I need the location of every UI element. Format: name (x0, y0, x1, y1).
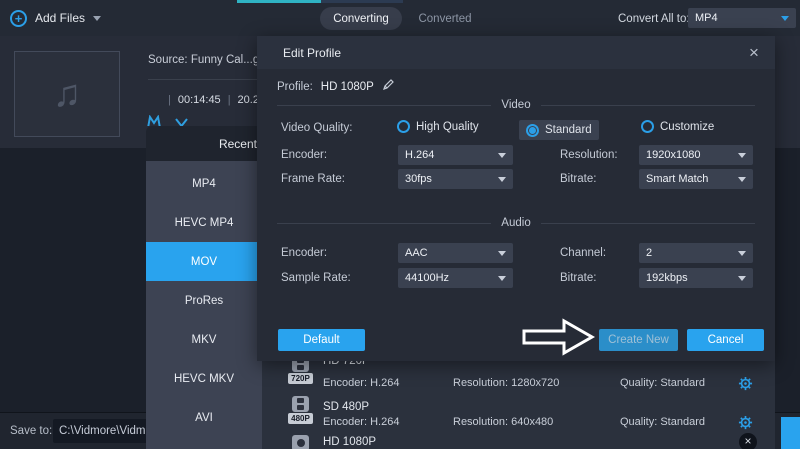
convert-all-label: Convert All to: (618, 7, 690, 30)
sample-rate-dropdown[interactable]: 44100Hz (398, 268, 513, 288)
video-section-divider: Video (277, 98, 755, 112)
add-files-button[interactable]: + Add Files (10, 9, 101, 27)
profile-encoder: Encoder: H.264 (323, 377, 399, 389)
profile-480p-icon: 480P (288, 396, 313, 424)
edit-tool-icon[interactable] (147, 115, 161, 126)
format-item-mov[interactable]: MOV (146, 242, 262, 281)
edit-profile-dialog: Edit Profile × Profile: HD 1080P Video V… (257, 36, 775, 361)
format-item-mkv[interactable]: MKV (146, 320, 262, 359)
resolution-label: Resolution: (560, 149, 618, 161)
radio-customize[interactable]: Customize (641, 120, 714, 133)
chevron-down-icon (498, 276, 506, 281)
chevron-down-icon (738, 153, 746, 158)
chevron-down-icon (93, 16, 101, 21)
format-item-hevc-mkv[interactable]: HEVC MKV (146, 359, 262, 398)
tab-converted[interactable]: Converted (412, 7, 478, 30)
audio-section-divider: Audio (277, 216, 755, 230)
audio-encoder-dropdown[interactable]: AAC (398, 243, 513, 263)
resolution-dropdown[interactable]: 1920x1080 (639, 145, 753, 165)
channel-dropdown[interactable]: 2 (639, 243, 753, 263)
frame-rate-dropdown[interactable]: 30fps (398, 169, 513, 189)
radio-high-quality[interactable]: High Quality (397, 120, 479, 133)
channel-label: Channel: (560, 247, 606, 259)
convert-all-value: MP4 (695, 12, 718, 24)
cancel-button[interactable]: Cancel (687, 329, 764, 351)
video-bitrate-label: Bitrate: (560, 173, 596, 185)
audio-bitrate-label: Bitrate: (560, 272, 596, 284)
video-encoder-dropdown[interactable]: H.264 (398, 145, 513, 165)
profile-title: SD 480P (323, 401, 369, 413)
annotation-arrow-icon (521, 317, 597, 362)
app-window: + Add Files Converting Converted Convert… (0, 0, 800, 449)
save-to-label: Save to: (10, 419, 52, 443)
audio-section-title: Audio (501, 217, 530, 229)
chevron-down-icon (738, 251, 746, 256)
recent-label: Recent (219, 137, 257, 151)
profile-quality: Quality: Standard (620, 416, 705, 428)
profile-quality: Quality: Standard (620, 377, 705, 389)
separator: | (228, 94, 231, 106)
radio-icon (397, 120, 410, 133)
profile-encoder: Encoder: H.264 (323, 416, 399, 428)
format-panel-header: Recent (146, 126, 257, 161)
chevron-down-icon (498, 251, 506, 256)
default-button[interactable]: Default (278, 329, 365, 351)
profile-value: HD 1080P (321, 81, 374, 93)
add-files-label: Add Files (35, 11, 85, 25)
cut-tool-icon[interactable] (175, 116, 188, 126)
file-thumbnail: ♫ (14, 51, 120, 137)
chevron-down-icon (738, 276, 746, 281)
video-bitrate-dropdown[interactable]: Smart Match (639, 169, 753, 189)
chevron-down-icon (498, 153, 506, 158)
dialog-title: Edit Profile (283, 36, 341, 69)
divider (148, 79, 268, 80)
profile-resolution: Resolution: 1280x720 (453, 377, 559, 389)
gear-icon[interactable] (738, 415, 753, 435)
profile-label: Profile: (277, 81, 313, 93)
radio-icon (641, 120, 654, 133)
profile-resolution: Resolution: 640x480 (453, 416, 553, 428)
radio-icon (526, 124, 539, 137)
video-quality-label: Video Quality: (281, 122, 352, 134)
edit-pencil-icon[interactable] (382, 78, 395, 96)
radio-standard[interactable]: Standard (519, 120, 599, 140)
chevron-down-icon (498, 177, 506, 182)
music-note-icon: ♫ (53, 73, 82, 116)
collapse-panel-button[interactable]: × (739, 433, 757, 449)
format-item-mp4[interactable]: MP4 (146, 164, 262, 203)
file-meta: | 00:14:45 | 20.27 (168, 94, 265, 106)
format-item-prores[interactable]: ProRes (146, 281, 262, 320)
file-duration: 00:14:45 (178, 94, 221, 106)
top-progress-indicator (237, 0, 321, 3)
format-item-avi[interactable]: AVI (146, 398, 262, 437)
frame-rate-label: Frame Rate: (281, 173, 345, 185)
profile-1080p-icon (288, 435, 313, 449)
chevron-down-icon (738, 177, 746, 182)
gear-icon[interactable] (738, 376, 753, 396)
top-progress-track (321, 0, 403, 3)
video-encoder-label: Encoder: (281, 149, 327, 161)
profile-name-row: Profile: HD 1080P (277, 78, 395, 96)
audio-bitrate-dropdown[interactable]: 192kbps (639, 268, 753, 288)
add-plus-icon: + (10, 10, 27, 27)
separator: | (168, 94, 171, 106)
convert-all-dropdown[interactable]: MP4 (688, 8, 796, 28)
create-new-button[interactable]: Create New (599, 329, 678, 351)
chevron-down-icon (781, 16, 789, 21)
convert-all-button-partial[interactable] (781, 417, 800, 449)
audio-encoder-label: Encoder: (281, 247, 327, 259)
sample-rate-label: Sample Rate: (281, 272, 351, 284)
profile-title: HD 1080P (323, 436, 376, 448)
video-section-title: Video (501, 99, 530, 111)
tab-converting[interactable]: Converting (320, 7, 402, 30)
close-icon[interactable]: × (745, 44, 763, 62)
format-item-hevc-mp4[interactable]: HEVC MP4 (146, 203, 262, 242)
